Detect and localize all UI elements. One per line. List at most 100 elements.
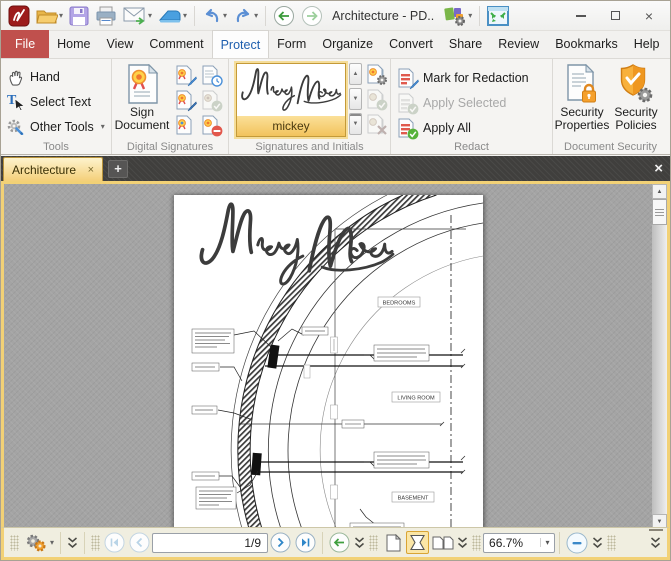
expand-status-options-button[interactable] bbox=[650, 537, 661, 549]
tab-form[interactable]: Form bbox=[269, 30, 314, 58]
minimize-button[interactable] bbox=[564, 4, 598, 28]
tab-protect[interactable]: Protect bbox=[212, 30, 270, 58]
tab-home[interactable]: Home bbox=[49, 30, 98, 58]
zoom-toolbar-grip[interactable] bbox=[472, 535, 481, 551]
redo-button[interactable]: ▾ bbox=[231, 3, 260, 29]
signature-scroll-up-button[interactable]: ▲ bbox=[349, 63, 362, 85]
tab-comment[interactable]: Comment bbox=[141, 30, 211, 58]
two-page-layout-button[interactable] bbox=[431, 531, 454, 554]
security-policies-button[interactable]: Security Policies bbox=[609, 62, 663, 138]
expand-layout-button[interactable] bbox=[457, 537, 468, 549]
tab-organize[interactable]: Organize bbox=[314, 30, 381, 58]
pan-zoom-dropdown[interactable]: ▾ bbox=[50, 538, 54, 547]
window-title: Architecture - PD.. bbox=[332, 9, 434, 23]
maximize-button[interactable] bbox=[598, 4, 632, 28]
zoom-level-combo[interactable]: 66.7% ▾ bbox=[483, 533, 555, 553]
tab-help[interactable]: Help bbox=[626, 30, 668, 58]
fit-visible-layout-button[interactable] bbox=[406, 531, 429, 554]
select-text-button[interactable]: T Select Text bbox=[7, 89, 105, 114]
other-tools-icon bbox=[7, 118, 24, 135]
room-label-living-room: LIVING ROOM bbox=[397, 396, 435, 402]
validate-signatures-icon[interactable] bbox=[201, 90, 221, 110]
nav-back-button[interactable] bbox=[271, 3, 297, 29]
email-button[interactable]: ▾ bbox=[121, 3, 154, 29]
scrollbar-thumb[interactable] bbox=[652, 199, 667, 225]
email-dropdown[interactable]: ▾ bbox=[148, 11, 152, 20]
manage-signatures-icon[interactable] bbox=[366, 64, 386, 84]
document-tab-architecture[interactable]: Architecture × bbox=[3, 157, 103, 181]
apply-signature-icon[interactable] bbox=[366, 89, 386, 109]
zoom-out-button[interactable] bbox=[566, 532, 588, 554]
signature-scroll-down-button[interactable]: ▼ bbox=[349, 88, 362, 110]
open-file-dropdown[interactable]: ▾ bbox=[59, 11, 63, 20]
other-tools-dropdown[interactable]: ▾ bbox=[101, 122, 105, 131]
security-properties-icon bbox=[565, 64, 599, 104]
tab-review[interactable]: Review bbox=[490, 30, 547, 58]
undo-button[interactable]: ▾ bbox=[200, 3, 229, 29]
page-number-field[interactable] bbox=[152, 533, 268, 553]
other-tools-button[interactable]: Other Tools ▾ bbox=[7, 114, 105, 139]
new-tab-button[interactable]: + bbox=[108, 160, 128, 178]
hand-tool-button[interactable]: Hand bbox=[7, 64, 105, 89]
vertical-scrollbar[interactable]: ▲ ▼ bbox=[652, 184, 667, 529]
expand-toolbar-button[interactable] bbox=[67, 537, 78, 549]
tab-share[interactable]: Share bbox=[441, 30, 490, 58]
signature-tile-mickey[interactable]: mickey bbox=[236, 63, 346, 137]
certify-document-icon[interactable] bbox=[175, 90, 195, 110]
fullscreen-button[interactable] bbox=[485, 3, 511, 29]
sign-field-icon[interactable] bbox=[175, 65, 195, 85]
ui-options-button[interactable]: ▾ bbox=[441, 3, 474, 29]
pane-splitter-handle[interactable] bbox=[649, 529, 663, 533]
zoom-dropdown[interactable]: ▾ bbox=[540, 538, 554, 547]
previous-view-button[interactable] bbox=[329, 532, 350, 553]
tab-view[interactable]: View bbox=[99, 30, 142, 58]
mark-redaction-icon bbox=[397, 68, 417, 88]
expand-zoom-button[interactable] bbox=[592, 537, 603, 549]
tab-bookmarks[interactable]: Bookmarks bbox=[547, 30, 626, 58]
timestamp-document-icon[interactable] bbox=[201, 65, 221, 85]
pdf-page[interactable]: BEDROOMS LIVING ROOM BASEMENT bbox=[174, 195, 483, 529]
scan-dropdown[interactable]: ▾ bbox=[183, 11, 187, 20]
close-document-button[interactable]: × bbox=[654, 160, 663, 177]
apply-selected-button[interactable]: Apply Selected bbox=[397, 90, 546, 115]
scroll-up-button[interactable]: ▲ bbox=[652, 184, 667, 199]
save-button[interactable] bbox=[67, 3, 91, 29]
group-document-security: Security Properties Security Policies Do… bbox=[553, 59, 668, 154]
ui-options-dropdown[interactable]: ▾ bbox=[468, 11, 472, 20]
previous-page-button[interactable] bbox=[129, 532, 150, 553]
room-label-basement: BASEMENT bbox=[398, 496, 429, 502]
mark-for-redaction-button[interactable]: Mark for Redaction bbox=[397, 65, 546, 90]
scan-button[interactable]: ▾ bbox=[156, 3, 189, 29]
nav-forward-button[interactable] bbox=[299, 3, 325, 29]
last-page-button[interactable] bbox=[295, 532, 316, 553]
pan-zoom-tools-button[interactable]: ▾ bbox=[23, 532, 54, 554]
group-label-signatures-initials: Signatures and Initials bbox=[229, 141, 390, 153]
add-signature-icon[interactable] bbox=[175, 115, 195, 135]
hand-tool-label: Hand bbox=[30, 70, 60, 84]
window-close-button[interactable]: × bbox=[632, 4, 666, 28]
next-page-button[interactable] bbox=[270, 532, 291, 553]
signature-gallery-expand-button[interactable]: ▼ bbox=[349, 113, 362, 135]
group-label-redact: Redact bbox=[391, 141, 552, 153]
redo-dropdown[interactable]: ▾ bbox=[254, 11, 258, 20]
clear-signatures-icon[interactable] bbox=[201, 115, 221, 135]
print-button[interactable] bbox=[93, 3, 119, 29]
undo-dropdown[interactable]: ▾ bbox=[223, 11, 227, 20]
document-tab-close-icon[interactable]: × bbox=[88, 164, 94, 176]
toolbar-grip[interactable] bbox=[10, 535, 19, 551]
single-page-layout-button[interactable] bbox=[381, 531, 404, 554]
nav-toolbar-grip[interactable] bbox=[91, 535, 100, 551]
delete-signature-icon[interactable] bbox=[366, 114, 386, 134]
open-file-button[interactable]: ▾ bbox=[34, 3, 65, 29]
ribbon: Hand T Select Text Other Tools ▾ Tools bbox=[1, 59, 670, 155]
tab-file[interactable]: File bbox=[1, 30, 49, 58]
right-toolbar-grip[interactable] bbox=[607, 535, 616, 551]
layout-toolbar-grip[interactable] bbox=[369, 535, 378, 551]
document-viewport[interactable]: BEDROOMS LIVING ROOM BASEMENT ▲ ▼ bbox=[1, 181, 670, 529]
apply-all-button[interactable]: Apply All bbox=[397, 115, 546, 140]
expand-view-history-button[interactable] bbox=[354, 537, 365, 549]
sign-document-button[interactable]: Sign Document bbox=[114, 62, 170, 138]
security-properties-button[interactable]: Security Properties bbox=[555, 62, 609, 138]
first-page-button[interactable] bbox=[104, 532, 125, 553]
tab-convert[interactable]: Convert bbox=[381, 30, 441, 58]
